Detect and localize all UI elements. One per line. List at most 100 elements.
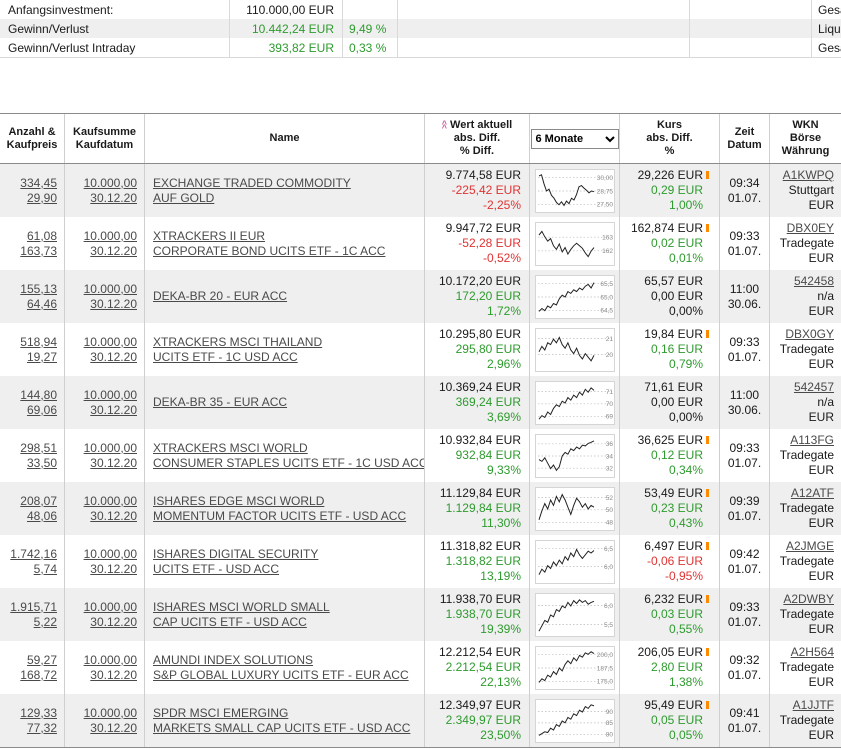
kaufdatum-link[interactable]: 30.12.20	[90, 721, 137, 736]
kaufsumme-link[interactable]: 10.000,00	[84, 547, 137, 562]
anzahl-link[interactable]: 518,94	[20, 335, 57, 350]
sparkline-chart[interactable]: 163162	[535, 222, 615, 266]
anzahl-link[interactable]: 144,80	[20, 388, 57, 403]
anzahl-link[interactable]: 208,07	[20, 494, 57, 509]
kurs-abs-diff: 0,12 EUR	[651, 448, 703, 463]
kaufdatum-link[interactable]: 30.12.20	[90, 456, 137, 471]
kurs-pct-diff: 0,34%	[669, 463, 703, 478]
kaufsumme-link[interactable]: 10.000,00	[84, 176, 137, 191]
instrument-name-link[interactable]: ISHARES MSCI WORLD SMALL	[153, 600, 330, 615]
kaufpreis-link[interactable]: 29,90	[27, 191, 57, 206]
svg-text:52: 52	[605, 494, 613, 501]
anzahl-link[interactable]: 298,51	[20, 441, 57, 456]
instrument-name-link[interactable]: EXCHANGE TRADED COMMODITY	[153, 176, 351, 191]
instrument-name-link-line2[interactable]: MARKETS SMALL CAP UCITS ETF - USD ACC	[153, 721, 410, 736]
instrument-name-link-line2[interactable]: CORPORATE BOND UCITS ETF - 1C ACC	[153, 244, 385, 259]
position-row: 518,94 19,27 10.000,00 30.12.20 XTRACKER…	[0, 323, 841, 376]
wkn-link[interactable]: A2DWBY	[783, 592, 834, 607]
kaufsumme-link[interactable]: 10.000,00	[84, 229, 137, 244]
kaufdatum-link[interactable]: 30.12.20	[90, 668, 137, 683]
sparkline-chart[interactable]: 65,565,064,5	[535, 275, 615, 319]
kaufpreis-link[interactable]: 33,50	[27, 456, 57, 471]
sparkline-chart[interactable]: 6,05,5	[535, 593, 615, 637]
kaufdatum-link[interactable]: 30.12.20	[90, 562, 137, 577]
kaufsumme-link[interactable]: 10.000,00	[84, 600, 137, 615]
datum: 30.06.	[728, 297, 761, 312]
instrument-name-link[interactable]: ISHARES EDGE MSCI WORLD	[153, 494, 324, 509]
sparkline-chart[interactable]: 30,0028,7527,50	[535, 169, 615, 213]
wkn-link[interactable]: A1JJTF	[793, 698, 834, 713]
kaufpreis-link[interactable]: 19,27	[27, 350, 57, 365]
wkn-link[interactable]: 542457	[794, 380, 834, 395]
kaufpreis-link[interactable]: 64,46	[27, 297, 57, 312]
instrument-name-link-line2[interactable]: MOMENTUM FACTOR UCITS ETF - USD ACC	[153, 509, 406, 524]
instrument-name-link[interactable]: SPDR MSCI EMERGING	[153, 706, 288, 721]
kaufdatum-link[interactable]: 30.12.20	[90, 509, 137, 524]
sparkline-cell: 363432	[530, 429, 620, 482]
instrument-name-link[interactable]: ISHARES DIGITAL SECURITY	[153, 547, 318, 562]
kaufdatum-link[interactable]: 30.12.20	[90, 191, 137, 206]
kaufdatum-link[interactable]: 30.12.20	[90, 297, 137, 312]
anzahl-link[interactable]: 129,33	[20, 706, 57, 721]
kaufsumme-link[interactable]: 10.000,00	[84, 706, 137, 721]
sparkline-chart[interactable]: 717069	[535, 381, 615, 425]
sparkline-chart[interactable]: 6,56,0	[535, 540, 615, 584]
anzahl-link[interactable]: 1.742,16	[10, 547, 57, 562]
kaufdatum-link[interactable]: 30.12.20	[90, 244, 137, 259]
sparkline-chart[interactable]: 525048	[535, 487, 615, 531]
zeit: 09:34	[729, 176, 759, 191]
kaufsumme-link[interactable]: 10.000,00	[84, 441, 137, 456]
wkn-link[interactable]: A1KWPQ	[783, 168, 834, 183]
kaufsumme-link[interactable]: 10.000,00	[84, 653, 137, 668]
wkn-link[interactable]: A113FG	[790, 433, 834, 448]
kaufsumme-link[interactable]: 10.000,00	[84, 388, 137, 403]
instrument-name-link[interactable]: XTRACKERS MSCI WORLD	[153, 441, 308, 456]
instrument-name-link-line2[interactable]: UCITS ETF - 1C USD ACC	[153, 350, 298, 365]
anzahl-link[interactable]: 155,13	[20, 282, 57, 297]
wkn-link[interactable]: A12ATF	[791, 486, 834, 501]
kaufpreis-link[interactable]: 163,73	[20, 244, 57, 259]
instrument-name-link[interactable]: XTRACKERS MSCI THAILAND	[153, 335, 322, 350]
wkn-link[interactable]: DBX0GY	[785, 327, 834, 342]
kaufdatum-link[interactable]: 30.12.20	[90, 403, 137, 418]
instrument-name-link-line2[interactable]: UCITS ETF - USD ACC	[153, 562, 279, 577]
spacer	[0, 58, 841, 113]
instrument-name-link-line2[interactable]: S&P GLOBAL LUXURY UCITS ETF - EUR ACC	[153, 668, 409, 683]
wkn-link[interactable]: DBX0EY	[787, 221, 834, 236]
instrument-name-link[interactable]: XTRACKERS II EUR	[153, 229, 265, 244]
kaufsumme-link[interactable]: 10.000,00	[84, 282, 137, 297]
instrument-name-link[interactable]: DEKA-BR 35 - EUR ACC	[153, 395, 287, 410]
wkn-link[interactable]: 542458	[794, 274, 834, 289]
wkn-link[interactable]: A2H564	[791, 645, 834, 660]
wert-aktuell: 9.774,58 EUR	[446, 168, 521, 183]
header-chart-period: 6 Monate	[530, 114, 620, 163]
kaufpreis-link[interactable]: 5,22	[34, 615, 57, 630]
instrument-name-link[interactable]: AMUNDI INDEX SOLUTIONS	[153, 653, 313, 668]
anzahl-link[interactable]: 1.915,71	[10, 600, 57, 615]
wert-aktuell: 12.349,97 EUR	[439, 698, 521, 713]
sparkline-chart[interactable]: 200,0187,5175,0	[535, 646, 615, 690]
kaufsumme-link[interactable]: 10.000,00	[84, 494, 137, 509]
instrument-name-link-line2[interactable]: AUF GOLD	[153, 191, 214, 206]
instrument-name-link-line2[interactable]: CONSUMER STAPLES UCITS ETF - 1C USD ACC	[153, 456, 425, 471]
kaufpreis-link[interactable]: 5,74	[34, 562, 57, 577]
kaufdatum-link[interactable]: 30.12.20	[90, 350, 137, 365]
kaufdatum-link[interactable]: 30.12.20	[90, 615, 137, 630]
sort-ascending-icon[interactable]: ^^	[442, 122, 447, 130]
kaufpreis-link[interactable]: 168,72	[20, 668, 57, 683]
wkn-link[interactable]: A2JMGE	[786, 539, 834, 554]
anzahl-link[interactable]: 59,27	[27, 653, 57, 668]
sparkline-chart[interactable]: 908580	[535, 699, 615, 743]
anzahl-link[interactable]: 334,45	[20, 176, 57, 191]
instrument-name-link-line2[interactable]: CAP UCITS ETF - USD ACC	[153, 615, 307, 630]
kaufpreis-link[interactable]: 69,06	[27, 403, 57, 418]
kaufsumme-link[interactable]: 10.000,00	[84, 335, 137, 350]
sparkline-chart[interactable]: 363432	[535, 434, 615, 478]
kaufpreis-link[interactable]: 77,32	[27, 721, 57, 736]
instrument-name-link[interactable]: DEKA-BR 20 - EUR ACC	[153, 289, 287, 304]
anzahl-link[interactable]: 61,08	[27, 229, 57, 244]
chart-period-select[interactable]: 6 Monate	[531, 129, 619, 149]
kaufpreis-link[interactable]: 48,06	[27, 509, 57, 524]
sparkline-chart[interactable]: 2120	[535, 328, 615, 372]
anzahl-kaufpreis-cell: 59,27 168,72	[0, 641, 65, 694]
